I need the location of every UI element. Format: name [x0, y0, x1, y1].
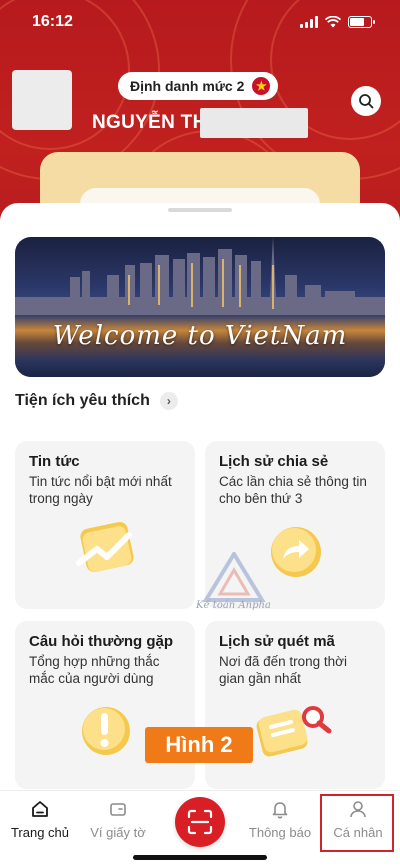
scan-qr-button[interactable] — [175, 797, 225, 847]
nav-label: Ví giấy tờ — [90, 825, 146, 840]
chevron-right-icon[interactable]: › — [159, 392, 178, 410]
home-indicator — [133, 855, 267, 860]
status-icons — [300, 16, 375, 28]
nav-label: Trang chủ — [10, 825, 70, 840]
wallet-icon — [110, 803, 126, 816]
tile-description: Tổng hợp những thắc mắc của người dùng — [29, 654, 160, 686]
favorites-section-header[interactable]: Tiện ích yêu thích › — [15, 392, 178, 410]
tile-faq[interactable]: Câu hỏi thường gặp Tổng hợp những thắc m… — [15, 621, 195, 789]
tile-title: Tin tức — [29, 453, 80, 470]
tile-title: Lịch sử quét mã — [219, 633, 335, 650]
city-skyline-image — [15, 237, 385, 315]
nav-home[interactable]: Trang chủ — [0, 791, 80, 851]
avatar[interactable] — [12, 70, 72, 130]
battery-icon — [348, 16, 375, 28]
banner-caption: Welcome to VietNam — [52, 321, 348, 351]
tile-description: Tin tức nổi bật mới nhất trong ngày — [29, 474, 172, 506]
tile-description: Nơi đã đến trong thời gian gần nhất — [219, 654, 348, 686]
user-name: NGUYỄN TH — [92, 112, 207, 133]
tile-title: Lịch sử chia sẻ — [219, 453, 329, 470]
nav-label: Thông báo — [248, 825, 312, 840]
search-icon — [359, 94, 374, 109]
home-icon — [32, 801, 48, 817]
wifi-icon — [325, 16, 341, 28]
welcome-banner[interactable]: Welcome to VietNam — [15, 237, 385, 377]
tile-title: Câu hỏi thường gặp — [29, 633, 174, 650]
cellular-signal-icon — [300, 16, 318, 28]
id-level-badge[interactable]: Định danh mức 2 ★ — [118, 72, 279, 100]
profile-highlight-annotation — [320, 794, 394, 852]
tile-news[interactable]: Tin tức Tin tức nổi bật mới nhất trong n… — [15, 441, 195, 609]
scan-icon — [187, 809, 213, 835]
nav-notifications[interactable]: Thông báo — [240, 791, 320, 851]
tile-scan-history[interactable]: Lịch sử quét mã Nơi đã đến trong thời gi… — [205, 621, 385, 789]
exclamation-icon — [82, 707, 130, 755]
name-redaction — [200, 108, 308, 138]
search-button[interactable] — [351, 86, 381, 116]
trending-chart-icon — [76, 521, 134, 573]
bell-icon — [272, 802, 288, 819]
status-bar: 16:12 — [0, 0, 400, 44]
nav-wallet[interactable]: Ví giấy tờ — [78, 791, 158, 851]
watermark-text: Kế toán Anpha — [196, 600, 271, 611]
share-arrow-icon — [271, 527, 321, 577]
figure-annotation-label: Hình 2 — [145, 727, 253, 763]
document-search-icon — [256, 706, 332, 757]
id-level-label: Định danh mức 2 — [130, 78, 245, 94]
sheet-grabber[interactable] — [168, 208, 232, 212]
national-emblem-icon: ★ — [252, 77, 271, 95]
status-time: 16:12 — [32, 13, 73, 30]
favorites-title: Tiện ích yêu thích — [15, 392, 150, 409]
tile-description: Các lần chia sẻ thông tin cho bên thứ 3 — [219, 474, 367, 506]
